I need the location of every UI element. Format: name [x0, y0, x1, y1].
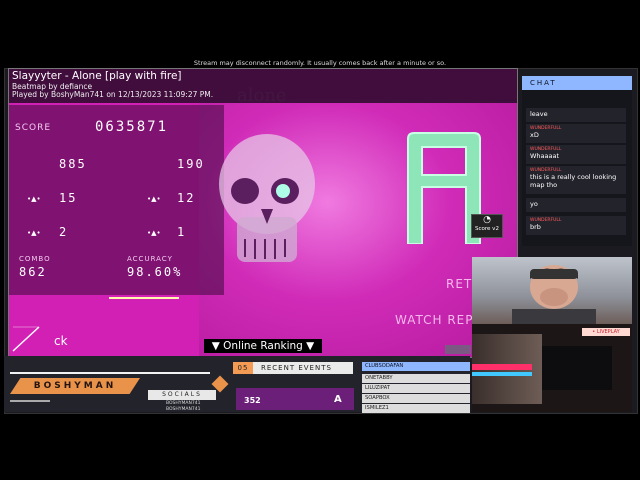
leaderboard-row: SOAPBOX [362, 394, 470, 403]
social-handle-1: BOSHYMAN741 [166, 401, 201, 406]
back-arrow-icon[interactable] [11, 325, 45, 353]
score-value: 0635871 [95, 119, 169, 135]
leaderboard-row: ONETABBY [362, 374, 470, 383]
accuracy-label: ACCURACY [127, 255, 173, 263]
performance-bar [109, 297, 179, 299]
recent-score-value: 352 [244, 396, 261, 405]
hit-miss-count: 1 [177, 225, 187, 239]
played-by: Played by BoshyMan741 on 12/13/2023 11:0… [12, 90, 214, 99]
chat-text: leave [530, 110, 548, 118]
hit-geki-count: 190 [177, 157, 205, 171]
chat-user: WUNDERFULL [530, 218, 562, 223]
accuracy-value: 98.60% [127, 265, 183, 279]
game-window: alone Slayyyter - Alone [play with fire]… [8, 68, 518, 358]
score-panel: SCORE 0635871 885 190 •▲• 15 •▲• 12 •▲• … [9, 105, 224, 295]
chat-message: WUNDERFULL this is a really cool looking… [526, 166, 626, 194]
cursor-overlay [445, 345, 471, 354]
footer-progress [10, 400, 50, 402]
recent-events-header: 05 RECENT EVENTS [233, 362, 353, 374]
leaderboard-row: ISMILEZ1 [362, 404, 470, 413]
recent-score-card: 352 A [236, 388, 354, 410]
hit-katu-icon: •▲• [147, 195, 161, 203]
chat-text: brb [530, 223, 541, 231]
hit-50-count: 2 [59, 225, 69, 239]
chat-message: WUNDERFULL Whaaaat [526, 145, 626, 164]
hit-100-count: 15 [59, 191, 78, 205]
led-strip-blue [472, 372, 532, 376]
hit-katu-count: 12 [177, 191, 196, 205]
led-strip [472, 364, 532, 370]
song-info-bar: Slayyyter - Alone [play with fire] Beatm… [9, 69, 517, 103]
chat-text: xD [530, 131, 539, 139]
recent-events-count: 05 [233, 362, 253, 374]
chat-message: leave [526, 108, 626, 122]
chat-user: WUNDERFULL [530, 126, 562, 131]
chat-text: yo [530, 200, 538, 208]
chat-message: WUNDERFULL xD [526, 124, 626, 143]
song-title: Slayyyter - Alone [play with fire] [12, 70, 182, 82]
leaderboard-row: LILUZIPAT [362, 384, 470, 393]
chat-message: WUNDERFULL brb [526, 216, 626, 235]
stream-banner: Stream may disconnect randomly. It usual… [193, 59, 447, 67]
social-handle-2: BOSHYMAN741 [166, 407, 201, 412]
score-label: SCORE [15, 123, 52, 133]
recent-events-label: RECENT EVENTS [261, 364, 332, 372]
score-mode-label: Score v2 [475, 226, 499, 232]
online-ranking-button[interactable]: ▼ Online Ranking ▼ [204, 339, 322, 353]
chat-panel: CHAT leave WUNDERFULL xD WUNDERFULL Whaa… [522, 76, 632, 246]
hit-100-icon: •▲• [27, 195, 41, 203]
chat-message: yo [526, 198, 626, 212]
back-button-label[interactable]: ck [54, 334, 68, 348]
streamer-silhouette [512, 265, 596, 325]
streamer-name-plate: BOSHYMAN [10, 378, 140, 394]
hit-300-count: 885 [59, 157, 87, 171]
room-camera-feed [472, 324, 632, 412]
webcam-feed [472, 257, 632, 325]
score-mode-button[interactable]: ◔ Score v2 [471, 214, 503, 238]
combo-label: COMBO [19, 255, 51, 263]
chat-text: Whaaaat [530, 152, 560, 160]
skull-artwork [219, 134, 315, 262]
leaderboard-row: CLUBSODAFAN [362, 362, 470, 371]
chat-text: this is a really cool looking map tho [530, 173, 617, 189]
hit-50-icon: •▲• [27, 229, 41, 237]
room-monitor [542, 346, 612, 390]
socials-header: SOCIALS [148, 390, 216, 400]
gauge-icon: ◔ [483, 215, 491, 225]
recent-grade: A [334, 394, 342, 405]
combo-value: 862 [19, 265, 47, 279]
chat-header: CHAT [522, 76, 632, 90]
footer-divider [10, 372, 210, 374]
liveplay-badge: • LIVEPLAY [582, 328, 630, 336]
hit-miss-icon: •▲• [147, 229, 161, 237]
